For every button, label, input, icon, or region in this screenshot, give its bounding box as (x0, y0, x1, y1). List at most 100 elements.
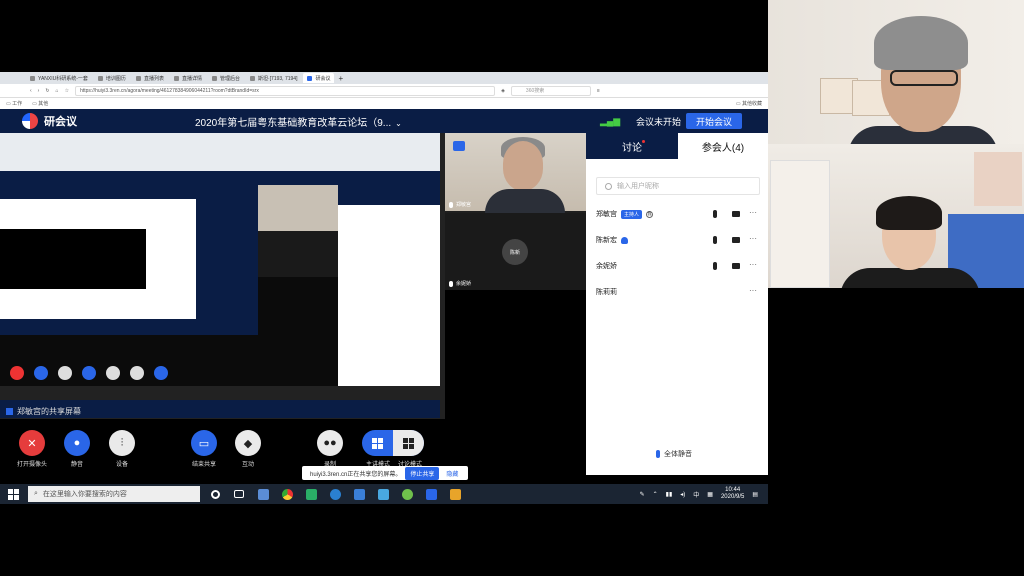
bookmark-item[interactable]: ▭ 工作 (6, 100, 22, 107)
mute-button[interactable]: ● 静音 (57, 430, 97, 468)
windows-start-icon[interactable] (4, 485, 22, 503)
bookmark-label: 工作 (12, 101, 23, 107)
back-icon[interactable]: ‹ (30, 88, 32, 94)
speaker-mode-button[interactable] (362, 430, 393, 456)
clock[interactable]: 10:44 2020/9/5 (721, 487, 744, 501)
webcam-background (770, 160, 830, 288)
page-icon (97, 75, 103, 81)
browser-tab[interactable]: YANXIU科研系统-一套 (26, 73, 92, 83)
app-icon[interactable] (446, 485, 464, 503)
notification-icon[interactable]: ▤ (752, 491, 758, 498)
taskbar-search-input[interactable]: ⌕ 在这里输入你要搜索的内容 (28, 486, 200, 502)
interact-icon: ◆ (235, 430, 261, 456)
bookmark-item[interactable]: ▭ 其他 (32, 100, 48, 107)
forward-icon[interactable]: › (38, 88, 40, 94)
app-icon[interactable] (350, 485, 368, 503)
webcam-feed (768, 144, 1024, 288)
browser-tab[interactable]: 培训图历 (94, 73, 130, 83)
chevron-up-icon[interactable]: ⌃ (653, 491, 658, 498)
app-icon[interactable] (422, 485, 440, 503)
menu-icon[interactable]: ≡ (597, 88, 600, 94)
control-label: 设备 (115, 462, 128, 468)
pen-icon[interactable]: ✎ (640, 491, 645, 498)
video-name-tag: 郑敏宫 (449, 201, 471, 208)
page-icon (173, 75, 179, 81)
sharing-indicator: 郑敏宫的共享屏幕 (0, 404, 445, 418)
other-bookmarks[interactable]: ▭ 其他收藏 (736, 100, 762, 107)
avatar: 陈新 (502, 239, 528, 265)
video-name: 郑敏宫 (456, 202, 472, 208)
chrome-icon[interactable] (278, 485, 296, 503)
page-icon (30, 75, 35, 81)
video-figure (503, 141, 543, 191)
participant-row[interactable]: 郑敏宫 主持人 我 ··· (586, 201, 768, 227)
tab-discussion[interactable]: 讨论 (586, 133, 678, 159)
video-tile[interactable]: 陈新 余妮娇 (445, 213, 586, 290)
bookmark-label: 其他 (38, 101, 49, 107)
device-button[interactable]: ⫶ 设备 (102, 430, 142, 468)
new-tab-icon[interactable]: + (338, 74, 343, 83)
edge-icon[interactable] (326, 485, 344, 503)
camera-button[interactable]: ✕ 打开摄像头 (12, 430, 52, 468)
mic-icon[interactable] (713, 262, 717, 270)
tab-label: 管理后台 (219, 75, 240, 82)
browser-tab[interactable]: 斯坦·[7193, 7194] (246, 73, 301, 83)
mic-icon[interactable] (713, 210, 717, 218)
shield-icon[interactable]: ◈ (501, 88, 505, 94)
settings-icon: ⫶ (109, 430, 135, 456)
address-bar: ‹ › ↻ ⌂ ☆ https://huiyi3.3ren.cn/agora/m… (0, 84, 768, 98)
discussion-mode-button[interactable] (393, 430, 424, 456)
home-icon[interactable]: ⌂ (56, 88, 59, 94)
record-button[interactable]: ●● 录制 (310, 430, 350, 468)
tab-participants[interactable]: 参会人(4) (678, 133, 768, 159)
task-view-icon[interactable] (230, 485, 248, 503)
browser-search-input[interactable]: 360搜索 (510, 85, 591, 96)
mute-all-button[interactable]: 全体静音 (656, 449, 692, 459)
browser-tab[interactable]: 管理后台 (208, 73, 244, 83)
wechat-icon[interactable] (302, 485, 320, 503)
app-icon[interactable] (254, 485, 272, 503)
stop-sharing-button[interactable]: 停止共享 (405, 466, 440, 480)
screen-share-icon: ▭ (191, 430, 217, 456)
volume-icon[interactable]: ◂) (680, 491, 685, 498)
camera-icon[interactable] (732, 237, 740, 243)
start-meeting-button[interactable]: 开始会议 (686, 113, 742, 129)
search-placeholder: 输入用户昵称 (617, 183, 659, 190)
stop-share-button[interactable]: ▭ 结束共享 (184, 430, 224, 468)
video-tile[interactable]: 郑敏宫 (445, 133, 586, 213)
participant-search-input[interactable]: 输入用户昵称 (596, 177, 760, 195)
star-icon[interactable]: ☆ (65, 88, 69, 94)
url-input[interactable]: https://huiyi3.3ren.cn/agora/meeting/461… (75, 85, 496, 96)
network-icon[interactable]: ▮▮ (666, 491, 673, 498)
cortana-icon[interactable] (206, 485, 224, 503)
browser-tab[interactable]: 直播详情 (170, 73, 206, 83)
signal-icon: ▂▄▆ (600, 115, 621, 126)
app-icon[interactable] (398, 485, 416, 503)
interact-button[interactable]: ◆ 互动 (228, 430, 268, 468)
meeting-title[interactable]: 2020年第七届粤东基础教育改革云论坛（9... ⌄ (195, 114, 402, 129)
app-icon[interactable] (374, 485, 392, 503)
refresh-icon[interactable]: ↻ (45, 88, 49, 94)
browser-tab[interactable]: 直播列表 (132, 73, 168, 83)
more-icon[interactable]: ··· (749, 234, 757, 243)
nested-share-icon (82, 366, 96, 380)
more-icon[interactable]: ··· (749, 260, 757, 269)
ime-indicator[interactable]: 中 (693, 490, 699, 499)
bookmarks-bar: ▭ 工作 ▭ 其他 ▭ 其他收藏 (0, 98, 768, 109)
more-icon[interactable]: ··· (749, 286, 757, 295)
tab-label: 斯坦·[7193, 7194] (257, 75, 298, 82)
share-notification-text: huiyi3.3ren.cn正在共享您的屏幕。 (310, 471, 402, 478)
browser-tab-active[interactable]: 研会议 (303, 73, 335, 83)
mic-icon[interactable] (713, 236, 717, 244)
participant-row[interactable]: 陈莉莉 ··· (586, 279, 768, 305)
time: 10:44 (725, 487, 741, 493)
camera-icon[interactable] (732, 263, 740, 269)
video-name: 余妮娇 (456, 281, 472, 287)
participant-row[interactable]: 余妮娇 ··· (586, 253, 768, 279)
camera-icon[interactable] (732, 211, 740, 217)
hide-button[interactable]: 隐藏 (443, 469, 458, 478)
nested-inner-screen (0, 185, 258, 335)
participant-row[interactable]: 陈新宏 ··· (586, 227, 768, 253)
more-icon[interactable]: ··· (749, 208, 757, 217)
keyboard-icon[interactable]: ▦ (707, 491, 713, 498)
